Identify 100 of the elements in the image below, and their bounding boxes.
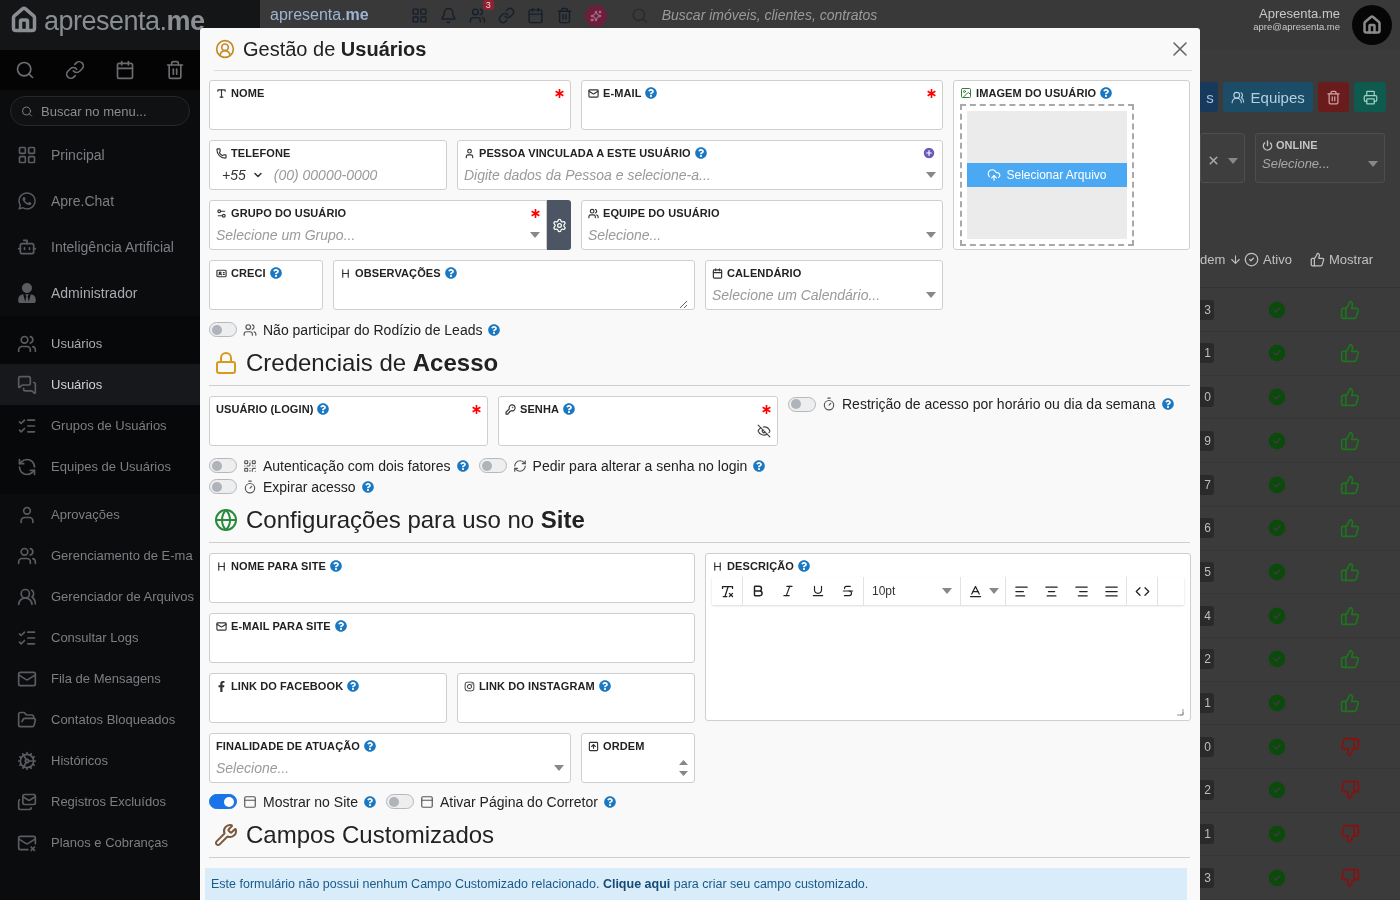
help-icon[interactable]: [488, 323, 501, 336]
help-icon[interactable]: [1161, 398, 1174, 410]
thumbs-up-icon[interactable]: [1340, 605, 1360, 626]
help-icon[interactable]: [797, 560, 810, 572]
help-icon[interactable]: [363, 740, 376, 752]
help-icon[interactable]: [603, 795, 616, 808]
help-icon[interactable]: [317, 403, 330, 415]
help-icon[interactable]: [694, 147, 707, 159]
text-field[interactable]: NOME PARA SITE: [209, 553, 695, 603]
spinner-icon[interactable]: [679, 759, 688, 777]
add-icon[interactable]: [922, 146, 936, 160]
help-icon[interactable]: [361, 480, 374, 493]
help-icon[interactable]: [1100, 87, 1113, 99]
thumbs-down-icon[interactable]: [1340, 736, 1360, 757]
print-button[interactable]: [1354, 82, 1386, 112]
thumbs-up-icon[interactable]: [1340, 387, 1360, 408]
select-field[interactable]: CALENDÁRIO Selecione um Calendário...: [705, 260, 943, 310]
eye-off-icon[interactable]: [757, 424, 771, 438]
search-icon[interactable]: [15, 60, 35, 80]
help-icon[interactable]: [363, 795, 376, 808]
sidebar-item[interactable]: Principal: [0, 132, 200, 178]
sparkle-button[interactable]: [584, 5, 607, 27]
toggle-switch[interactable]: [209, 322, 237, 337]
text-field[interactable]: NOME: [209, 80, 571, 130]
sidebar-item[interactable]: Grupos de Usuários: [0, 405, 200, 446]
help-icon[interactable]: [753, 459, 766, 472]
sidebar-item[interactable]: Fila de Mensagens: [0, 658, 200, 699]
sidebar-item[interactable]: Gerenciador de Arquivos: [0, 576, 200, 617]
country-code-select[interactable]: +55: [216, 167, 264, 183]
help-icon[interactable]: [334, 620, 347, 632]
search-placeholder[interactable]: Buscar imóveis, clientes, contratos: [661, 5, 878, 25]
help-icon[interactable]: [444, 267, 457, 279]
password-field[interactable]: SENHA: [498, 396, 778, 446]
image-upload-field[interactable]: IMAGEM DO USUÁRIO Selecionar Arquivo: [953, 80, 1190, 250]
sidebar-item[interactable]: Registros Excluídos: [0, 781, 200, 822]
link-icon[interactable]: [65, 60, 85, 80]
thumbs-up-icon[interactable]: [1340, 649, 1360, 670]
sidebar-item[interactable]: Apre.Chat: [0, 178, 200, 224]
calendar-icon[interactable]: [115, 60, 135, 80]
text-field[interactable]: CRECI: [209, 260, 323, 310]
filter-select[interactable]: [1200, 133, 1245, 183]
thumbs-up-icon[interactable]: [1340, 692, 1360, 713]
phone-input[interactable]: (00) 00000-0000: [273, 165, 440, 185]
thumbs-down-icon[interactable]: [1340, 824, 1360, 844]
toggle-switch[interactable]: [209, 458, 237, 473]
create-field-link[interactable]: Clique aqui: [602, 877, 671, 891]
thumbs-up-icon[interactable]: [1340, 343, 1360, 364]
filter-select[interactable]: ONLINE Selecione...: [1255, 133, 1385, 183]
sidebar-item[interactable]: Históricos: [0, 740, 200, 781]
avatar[interactable]: [1352, 5, 1392, 45]
phone-field[interactable]: TELEFONE +55 (00) 00000-0000: [209, 140, 447, 190]
text-field[interactable]: E-MAIL PARA SITE: [209, 613, 695, 663]
sidebar-item[interactable]: Aprovações: [0, 494, 200, 535]
select-input[interactable]: Selecione...: [588, 225, 922, 245]
sidebar-item[interactable]: Inteligência Artificial: [0, 224, 200, 270]
column-header[interactable]: dem: [1200, 252, 1244, 268]
sidebar-item[interactable]: Contatos Bloqueados: [0, 699, 200, 740]
sidebar-item[interactable]: Usuários: [0, 364, 200, 405]
sidebar-item[interactable]: Usuários: [0, 323, 200, 364]
text-field[interactable]: LINK DO FACEBOOK: [209, 673, 447, 723]
column-header[interactable]: Ativo: [1244, 252, 1310, 268]
help-icon[interactable]: [645, 87, 658, 99]
select-field[interactable]: GRUPO DO USUÁRIO Selecione um Grupo...: [209, 200, 547, 250]
rich-text-editor[interactable]: DESCRIÇÃO 10pt: [705, 553, 1191, 721]
help-icon[interactable]: [347, 680, 360, 692]
sidebar-item[interactable]: Consultar Logs: [0, 617, 200, 658]
help-icon[interactable]: [329, 560, 342, 572]
thumbs-up-icon[interactable]: [1340, 430, 1360, 451]
toolbar-button[interactable]: Equipes: [1222, 82, 1313, 112]
trash-icon[interactable]: [165, 60, 185, 80]
select-input[interactable]: Selecione um Calendário...: [712, 285, 922, 305]
sidebar-item[interactable]: Administrador: [0, 270, 200, 316]
sidebar-item[interactable]: Planos e Cobranças: [0, 822, 200, 863]
thumbs-up-icon[interactable]: [1340, 561, 1360, 582]
help-icon[interactable]: [563, 403, 575, 415]
textarea-field[interactable]: OBSERVAÇÕES: [333, 260, 695, 310]
clear-icon[interactable]: [1207, 154, 1220, 167]
text-field[interactable]: E-MAIL: [581, 80, 943, 130]
help-icon[interactable]: [456, 459, 469, 472]
column-header[interactable]: Mostrar: [1310, 252, 1390, 268]
thumbs-down-icon[interactable]: [1340, 867, 1360, 888]
thumbs-down-icon[interactable]: [1340, 780, 1360, 801]
resize-handle-icon[interactable]: [1176, 708, 1184, 716]
help-icon[interactable]: [269, 267, 282, 279]
thumbs-up-icon[interactable]: [1340, 299, 1360, 320]
text-field[interactable]: USUÁRIO (LOGIN): [209, 396, 488, 446]
select-field[interactable]: EQUIPE DO USUÁRIO Selecione...: [581, 200, 943, 250]
toggle-switch[interactable]: [385, 794, 414, 809]
toggle-switch[interactable]: [209, 794, 237, 809]
toggle-switch[interactable]: [478, 458, 507, 473]
select-input[interactable]: Selecione um Grupo...: [216, 225, 526, 245]
thumbs-up-icon[interactable]: [1340, 518, 1360, 539]
sidebar-item[interactable]: Equipes de Usuários: [0, 446, 200, 487]
toggle-switch[interactable]: [209, 479, 237, 494]
font-size-select[interactable]: 10pt: [864, 578, 960, 604]
select-field[interactable]: PESSOA VINCULADA A ESTE USUÁRIO Digite dados da Pessoa e selecione-a...: [457, 140, 943, 190]
select-field[interactable]: FINALIDADE DE ATUAÇÃO Selecione...: [209, 733, 571, 783]
settings-button[interactable]: [547, 200, 571, 250]
sidebar-item[interactable]: Gerenciamento de E-ma: [0, 535, 200, 576]
delete-button[interactable]: [1317, 82, 1350, 112]
